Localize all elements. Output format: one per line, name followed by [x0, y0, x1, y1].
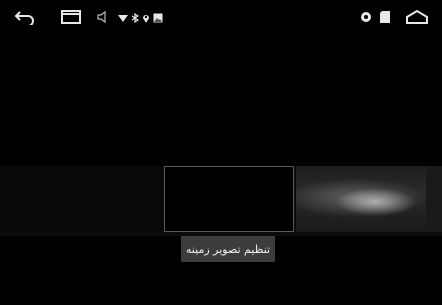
volume-icon[interactable]	[96, 9, 110, 25]
gallery-icon	[153, 8, 163, 27]
home-icon	[406, 9, 428, 24]
wallpaper-thumbnail[interactable]	[426, 166, 442, 232]
bluetooth-icon	[131, 8, 140, 27]
back-icon	[14, 11, 34, 25]
status-bar	[0, 0, 442, 34]
wallpaper-thumbnail[interactable]	[0, 166, 162, 232]
settings-icon	[360, 8, 372, 27]
system-tray	[360, 8, 390, 27]
set-wallpaper-button[interactable]: تنظیم تصویر زمینه	[181, 236, 275, 262]
wifi-icon	[118, 8, 128, 27]
back-button[interactable]	[12, 6, 38, 28]
wallpaper-thumbnail[interactable]	[296, 166, 426, 232]
recent-apps-button[interactable]	[58, 6, 84, 28]
wallpaper-thumbnail-selected[interactable]	[164, 166, 294, 232]
location-icon	[142, 8, 150, 27]
sd-card-icon	[380, 8, 390, 27]
recent-apps-icon	[61, 10, 81, 24]
status-tray	[118, 9, 163, 25]
home-button[interactable]	[402, 6, 432, 28]
